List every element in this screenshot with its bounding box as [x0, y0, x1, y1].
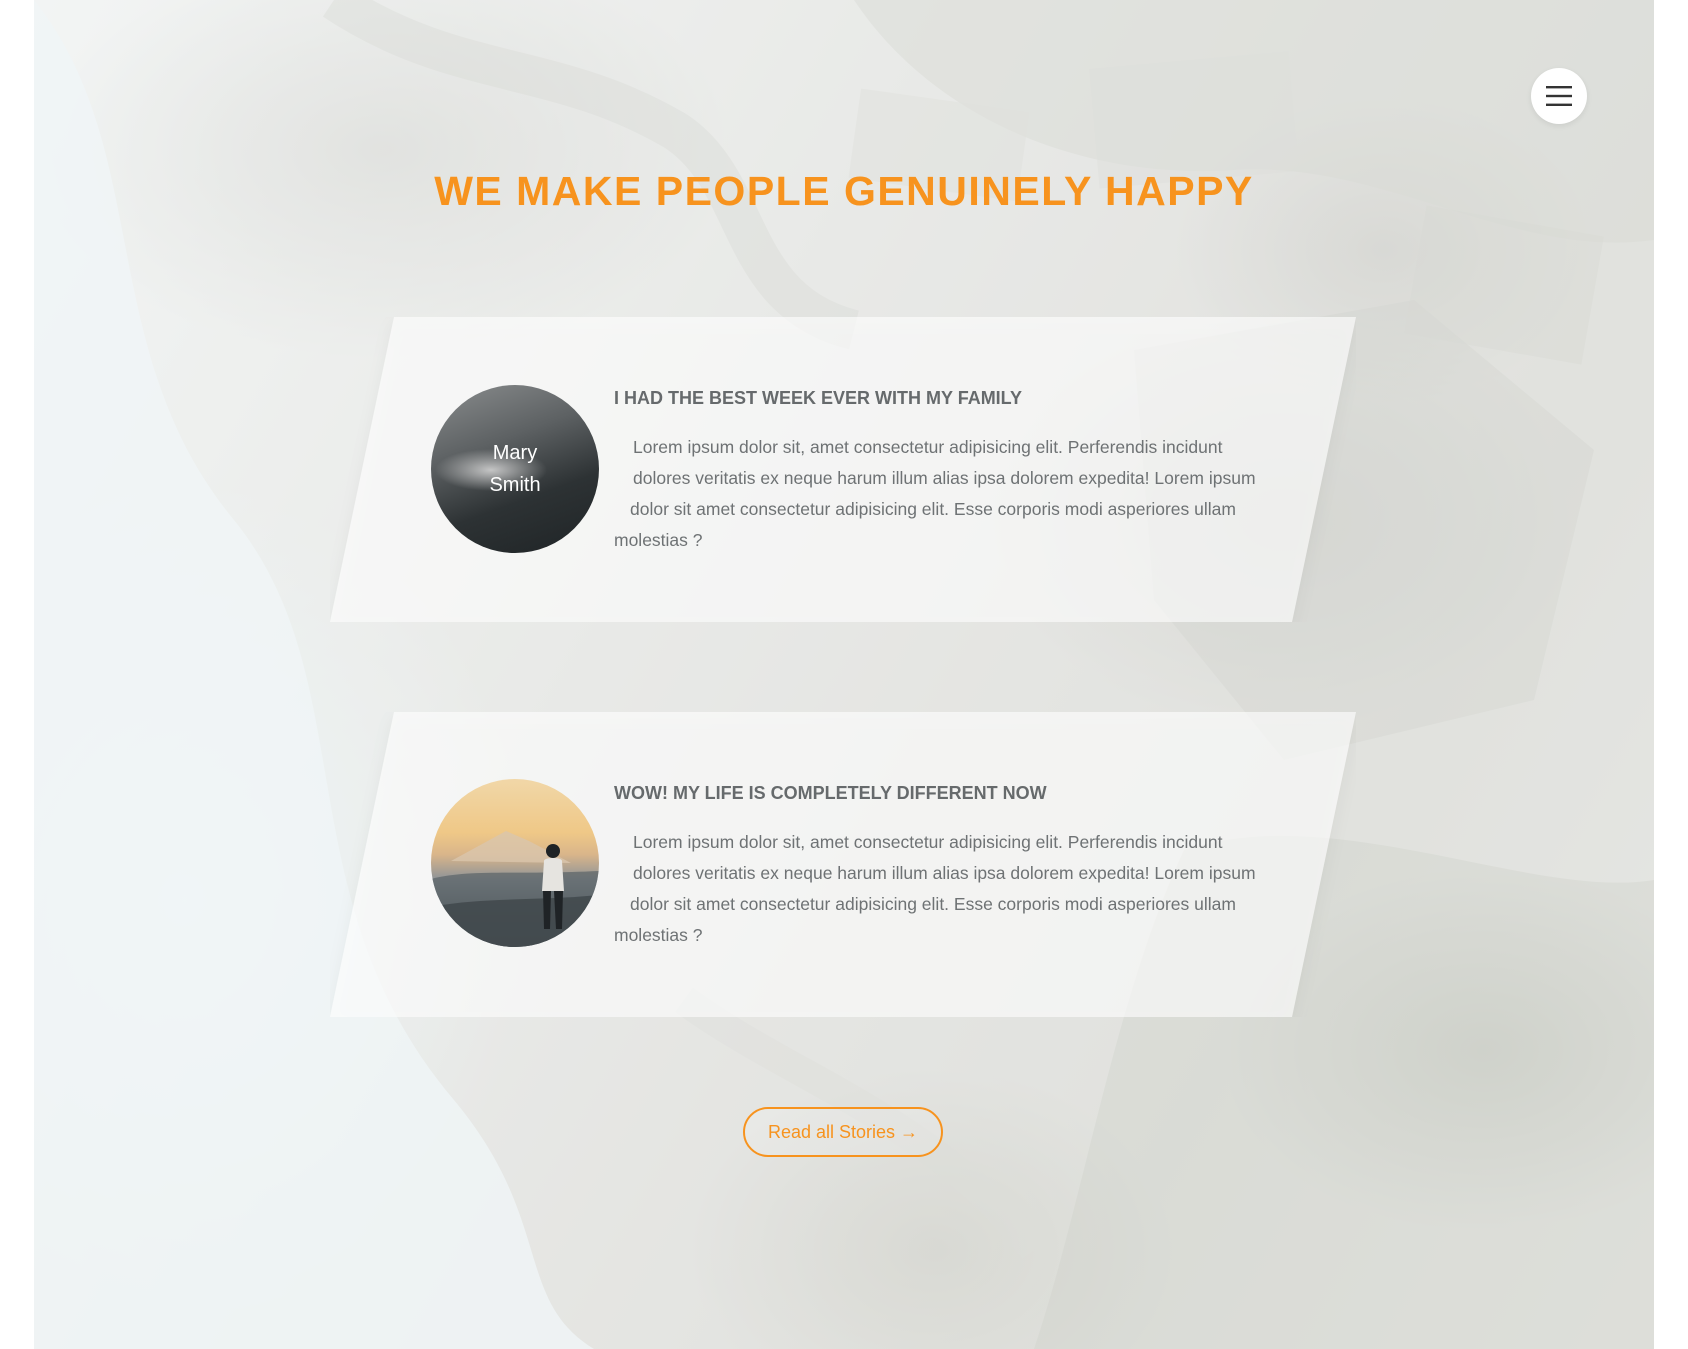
story-text: Lorem ipsum dolor sit, amet consectetur …: [614, 832, 1256, 945]
menu-button[interactable]: [1531, 68, 1587, 124]
hamburger-menu-icon: [1546, 86, 1572, 106]
avatar: [431, 779, 599, 947]
story-title: WOW! MY LIFE IS COMPLETELY DIFFERENT NOW: [614, 783, 1047, 803]
story-text: Lorem ipsum dolor sit, amet consectetur …: [614, 437, 1256, 550]
story-title: I HAD THE BEST WEEK EVER WITH MY FAMILY: [614, 388, 1023, 408]
page-title: WE MAKE PEOPLE GENUINELY HAPPY: [434, 168, 1254, 214]
avatar: Mary Smith: [431, 385, 599, 553]
person-on-mountain-photo: [431, 831, 599, 947]
avatar-name: Mary Smith: [489, 442, 541, 496]
read-all-stories-button[interactable]: Read all Stories →: [743, 1107, 943, 1157]
